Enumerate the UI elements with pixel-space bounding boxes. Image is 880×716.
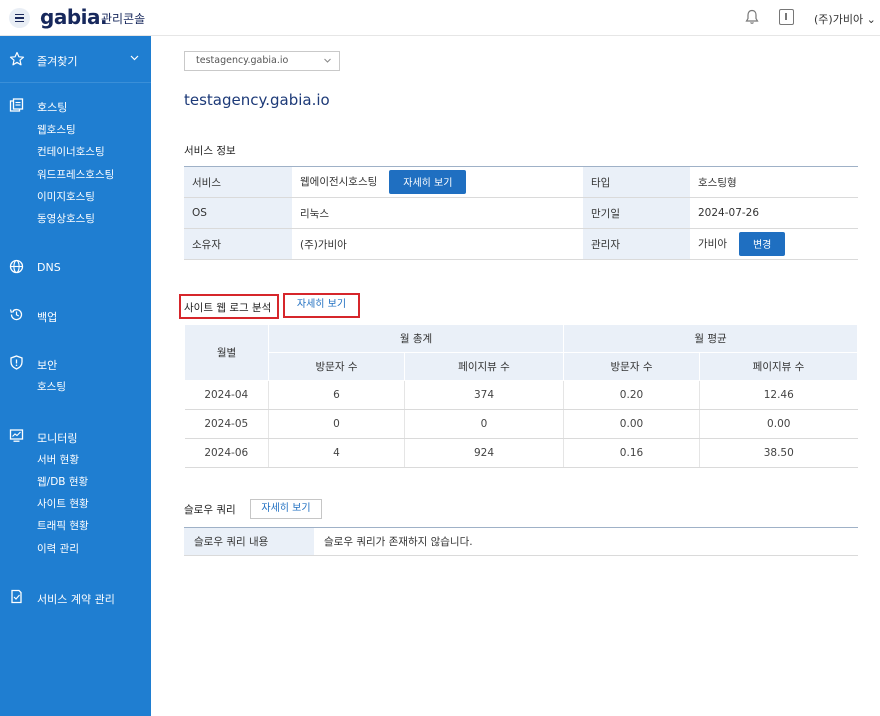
service-info-table: 서비스 웹에이전시호스팅 자세히 보기 타입 호스팅형 OS 리눅스 만기일 20… <box>184 166 858 260</box>
col-avg-visitors: 방문자 수 <box>563 352 700 381</box>
service-info-title: 서비스 정보 <box>184 145 236 157</box>
sidebar-item-site-status[interactable]: 사이트 현황 <box>37 496 89 511</box>
globe-icon <box>9 259 24 274</box>
col-monthly-avg: 월 평균 <box>563 324 858 353</box>
cell-total-visitors: 0 <box>268 409 405 439</box>
domain-select-value: testagency.gabia.io <box>196 55 289 66</box>
chevron-down-icon: ⌄ <box>866 13 876 26</box>
label-service: 서비스 <box>184 166 292 198</box>
slow-query-table: 슬로우 쿼리 내용 슬로우 쿼리가 존재하지 않습니다. <box>184 527 858 556</box>
chevron-down-icon <box>324 58 331 63</box>
table-row: 서비스 웹에이전시호스팅 자세히 보기 타입 호스팅형 <box>184 166 858 198</box>
document-icon[interactable] <box>779 9 794 25</box>
col-total-pageviews: 페이지뷰 수 <box>404 352 564 381</box>
cell-month: 2024-06 <box>184 438 269 468</box>
sidebar-item-contract[interactable]: 서비스 계약 관리 <box>37 591 115 607</box>
sidebar-favorites[interactable]: 즐겨찾기 <box>0 36 151 83</box>
shield-icon <box>10 355 23 370</box>
sidebar-item-traffic-status[interactable]: 트래픽 현황 <box>37 518 89 533</box>
sidebar-item-server-status[interactable]: 서버 현황 <box>37 452 79 467</box>
change-admin-button[interactable]: 변경 <box>738 232 786 256</box>
slow-query-label: 슬로우 쿼리 내용 <box>184 527 314 556</box>
sidebar-item-backup[interactable]: 백업 <box>37 309 57 325</box>
sidebar-item-web-hosting[interactable]: 웹호스팅 <box>37 122 76 137</box>
main-content: testagency.gabia.io testagency.gabia.io … <box>151 36 880 716</box>
sidebar-item-security[interactable]: 보안 <box>37 357 57 373</box>
log-detail-button[interactable]: 자세히 보기 <box>287 296 356 315</box>
table-row: OS 리눅스 만기일 2024-07-26 <box>184 197 858 229</box>
top-bar: gabia. 관리콘솔 (주)가비아 ⌄ <box>0 0 880 36</box>
monitor-icon <box>9 429 24 442</box>
slow-query-value: 슬로우 쿼리가 존재하지 않습니다. <box>314 527 858 556</box>
service-detail-button[interactable]: 자세히 보기 <box>389 170 467 194</box>
log-analysis-title: 사이트 웹 로그 분석 <box>184 302 272 314</box>
favorites-label: 즐겨찾기 <box>37 55 78 68</box>
cell-avg-pageviews: 0.00 <box>699 409 858 439</box>
table-row: 2024-06 4 924 0.16 38.50 <box>184 438 858 468</box>
value-owner: (주)가비아 <box>292 228 583 260</box>
gabia-logo[interactable]: gabia. <box>40 5 108 29</box>
table-header-row: 월별 월 총계 월 평균 <box>184 324 858 381</box>
cell-avg-visitors: 0.20 <box>563 380 700 410</box>
table-row: 슬로우 쿼리 내용 슬로우 쿼리가 존재하지 않습니다. <box>184 527 858 556</box>
slow-query-title: 슬로우 쿼리 <box>184 504 236 516</box>
sidebar-item-container-hosting[interactable]: 컨테이너호스팅 <box>37 144 105 159</box>
hamburger-menu-icon[interactable] <box>9 8 30 28</box>
backup-icon <box>9 308 23 321</box>
domain-select[interactable]: testagency.gabia.io <box>184 51 340 71</box>
sidebar-item-hosting[interactable]: 호스팅 <box>37 99 67 115</box>
value-type: 호스팅형 <box>690 166 858 198</box>
sidebar-item-history[interactable]: 이력 관리 <box>37 541 79 556</box>
cell-total-visitors: 6 <box>268 380 405 410</box>
star-icon <box>9 51 25 66</box>
page-title: testagency.gabia.io <box>184 91 330 109</box>
user-name: (주)가비아 <box>814 13 864 26</box>
table-header-row: 방문자 수 페이지뷰 수 방문자 수 페이지뷰 수 <box>185 352 858 381</box>
sidebar-item-monitoring[interactable]: 모니터링 <box>37 430 77 446</box>
label-owner: 소유자 <box>184 228 292 260</box>
cell-total-pageviews: 374 <box>404 380 564 410</box>
table-row: 소유자 (주)가비아 관리자 가비아 변경 <box>184 228 858 260</box>
col-month: 월별 <box>184 324 269 381</box>
contract-icon <box>11 589 22 604</box>
sidebar: 즐겨찾기 호스팅 웹호스팅 컨테이너호스팅 워드프레스호스팅 이미지호스팅 동영… <box>0 36 151 716</box>
hosting-icon <box>9 98 24 112</box>
value-expiry: 2024-07-26 <box>690 197 858 229</box>
table-row: 2024-05 0 0 0.00 0.00 <box>184 409 858 439</box>
label-admin: 관리자 <box>583 228 690 260</box>
label-os: OS <box>184 197 292 229</box>
cell-total-pageviews: 0 <box>404 409 564 439</box>
value-admin: 가비아 변경 <box>690 228 858 260</box>
user-menu[interactable]: (주)가비아 ⌄ <box>814 11 876 27</box>
col-total-visitors: 방문자 수 <box>268 352 405 381</box>
label-type: 타입 <box>583 166 690 198</box>
sidebar-item-video-hosting[interactable]: 동영상호스팅 <box>37 211 95 226</box>
label-expiry: 만기일 <box>583 197 690 229</box>
log-analysis-table: 월별 월 총계 월 평균 방문자 수 페이지뷰 수 방문자 수 페이지뷰 수 2… <box>184 324 858 468</box>
app-title: 관리콘솔 <box>101 12 146 26</box>
cell-month: 2024-04 <box>184 380 269 410</box>
sidebar-item-image-hosting[interactable]: 이미지호스팅 <box>37 189 95 204</box>
value-service: 웹에이전시호스팅 자세히 보기 <box>292 166 583 198</box>
chevron-down-icon <box>130 55 139 61</box>
sidebar-item-security-hosting[interactable]: 호스팅 <box>37 379 66 394</box>
cell-month: 2024-05 <box>184 409 269 439</box>
cell-avg-pageviews: 38.50 <box>699 438 858 468</box>
col-monthly-total: 월 총계 <box>268 324 564 353</box>
table-row: 2024-04 6 374 0.20 12.46 <box>184 380 858 410</box>
cell-avg-visitors: 0.00 <box>563 409 700 439</box>
bell-icon[interactable] <box>745 9 759 25</box>
col-avg-pageviews: 페이지뷰 수 <box>699 352 858 381</box>
cell-total-pageviews: 924 <box>404 438 564 468</box>
cell-avg-pageviews: 12.46 <box>699 380 858 410</box>
service-name: 웹에이전시호스팅 <box>300 176 378 188</box>
slow-query-detail-button[interactable]: 자세히 보기 <box>250 499 322 519</box>
sidebar-item-wordpress-hosting[interactable]: 워드프레스호스팅 <box>37 167 114 182</box>
cell-avg-visitors: 0.16 <box>563 438 700 468</box>
sidebar-item-webdb-status[interactable]: 웹/DB 현황 <box>37 474 88 489</box>
sidebar-item-dns[interactable]: DNS <box>37 261 61 274</box>
value-os: 리눅스 <box>292 197 583 229</box>
admin-name: 가비아 <box>698 238 727 250</box>
cell-total-visitors: 4 <box>268 438 405 468</box>
